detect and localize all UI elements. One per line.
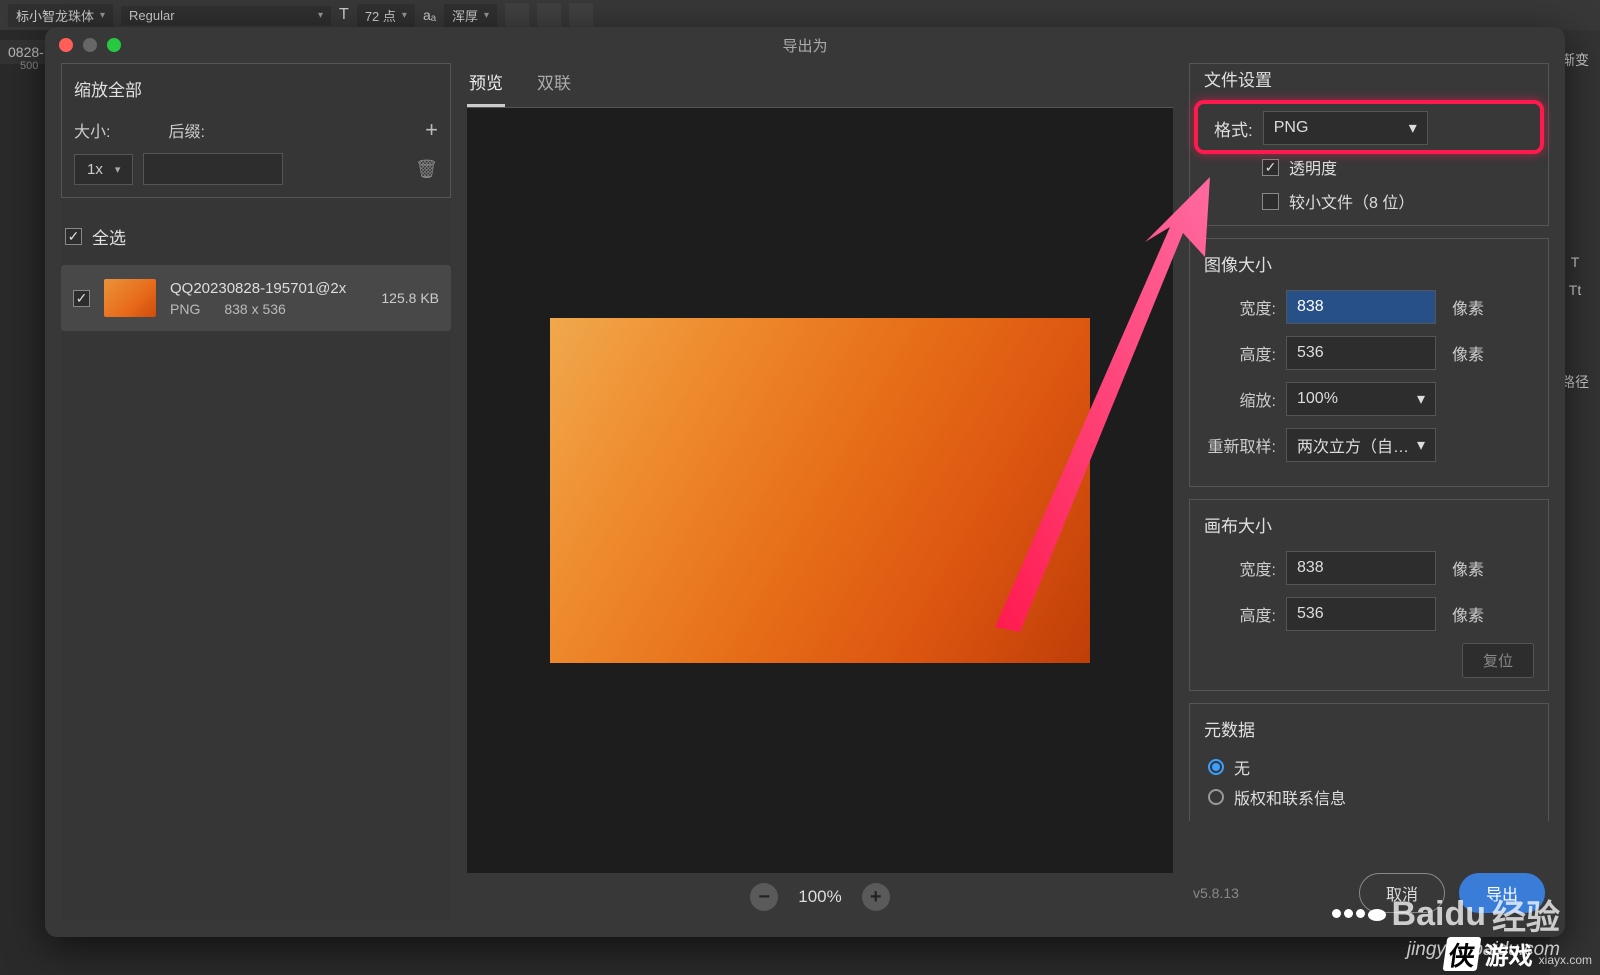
metadata-none-radio[interactable] [1208, 759, 1224, 775]
format-select[interactable]: PNG▾ [1263, 111, 1428, 145]
format-label: 格式: [1214, 116, 1253, 141]
height-input[interactable] [1286, 336, 1436, 370]
scale-select[interactable]: 100%▾ [1286, 382, 1436, 416]
select-all-label: 全选 [92, 224, 126, 249]
select-all-checkbox[interactable] [65, 228, 82, 245]
image-size-section: 图像大小 宽度: 像素 高度: 像素 缩放: 100%▾ 重新取样: 两次立方（… [1189, 238, 1549, 487]
preview-image [550, 318, 1090, 663]
image-size-title: 图像大小 [1204, 251, 1534, 276]
scale-label: 缩放: [1204, 387, 1276, 411]
suffix-input[interactable] [143, 153, 283, 185]
asset-dimensions: 838 x 536 [224, 301, 286, 317]
tab-dual[interactable]: 双联 [535, 63, 573, 107]
scale-title: 缩放全部 [74, 76, 438, 101]
export-dialog: 导出为 缩放全部 大小: 后缀: + 1x▾ 🗑 全选 [45, 27, 1565, 937]
canvas-size-title: 画布大小 [1204, 512, 1534, 537]
canvas-size-section: 画布大小 宽度: 像素 高度: 像素 复位 [1189, 499, 1549, 691]
add-scale-button[interactable]: + [425, 117, 438, 143]
left-panel: 缩放全部 大小: 后缀: + 1x▾ 🗑 全选 [61, 63, 451, 921]
preview-area [467, 108, 1173, 873]
metadata-section: 元数据 无 版权和联系信息 [1189, 703, 1549, 821]
asset-thumbnail [104, 279, 156, 317]
center-panel: 预览 双联 − 100% + [467, 63, 1173, 921]
tab-preview[interactable]: 预览 [467, 63, 505, 107]
scale-section: 缩放全部 大小: 后缀: + 1x▾ 🗑 [61, 63, 451, 198]
canvas-height-input[interactable] [1286, 597, 1436, 631]
reset-button[interactable]: 复位 [1462, 643, 1534, 678]
titlebar: 导出为 [45, 27, 1565, 63]
asset-name: QQ20230828-195701@2x [170, 280, 367, 297]
trash-icon[interactable]: 🗑 [415, 159, 438, 180]
align-center-icon[interactable] [537, 3, 561, 27]
asset-row[interactable]: QQ20230828-195701@2x PNG 838 x 536 125.8… [61, 265, 451, 331]
right-panel: 文件设置 格式: PNG▾ 透明度 较小文件（8 位） 图像大小 宽度: [1189, 63, 1549, 921]
minimize-window-icon[interactable] [83, 38, 97, 52]
asset-format: PNG [170, 301, 200, 317]
close-window-icon[interactable] [59, 38, 73, 52]
asset-filesize: 125.8 KB [381, 290, 439, 306]
metadata-title: 元数据 [1204, 716, 1534, 741]
align-left-icon[interactable] [505, 3, 529, 27]
font-style-select[interactable]: Regular▾ [121, 6, 331, 25]
width-input[interactable] [1286, 290, 1436, 324]
px-unit: 像素 [1452, 295, 1484, 319]
zoom-in-button[interactable]: + [862, 883, 890, 911]
canvas-width-input[interactable] [1286, 551, 1436, 585]
suffix-label: 后缀: [168, 118, 204, 142]
height-label: 高度: [1204, 341, 1276, 365]
antialias-select[interactable]: 浑厚▾ [444, 4, 497, 27]
font-size-select[interactable]: 72 点▾ [357, 4, 415, 27]
ruler-mark: 500 [20, 60, 38, 72]
maximize-window-icon[interactable] [107, 38, 121, 52]
dialog-title: 导出为 [782, 35, 827, 56]
smaller-file-label: 较小文件（8 位） [1289, 189, 1414, 213]
align-right-icon[interactable] [569, 3, 593, 27]
xiayx-watermark: 侠 游戏 xiayx.com [1445, 936, 1592, 971]
metadata-copyright-radio[interactable] [1208, 789, 1224, 805]
file-settings-title: 文件设置 [1204, 66, 1534, 91]
background-toolbar: 标小智龙珠体▾ Regular▾ T 72 点▾ aₐ 浑厚▾ [0, 0, 1600, 30]
font-select[interactable]: 标小智龙珠体▾ [8, 4, 113, 27]
resample-label: 重新取样: [1204, 433, 1276, 457]
transparency-checkbox[interactable] [1262, 159, 1279, 176]
resample-select[interactable]: 两次立方（自…▾ [1286, 428, 1436, 462]
version-label: v5.8.13 [1193, 885, 1239, 901]
smaller-file-checkbox[interactable] [1262, 193, 1279, 210]
zoom-bar: − 100% + [467, 873, 1173, 921]
file-settings-section: 文件设置 格式: PNG▾ 透明度 较小文件（8 位） [1189, 63, 1549, 226]
width-label: 宽度: [1204, 295, 1276, 319]
asset-checkbox[interactable] [73, 290, 90, 307]
zoom-value: 100% [798, 887, 841, 907]
zoom-out-button[interactable]: − [750, 883, 778, 911]
transparency-label: 透明度 [1289, 155, 1337, 179]
size-label: 大小: [74, 118, 110, 142]
scale-select[interactable]: 1x▾ [74, 154, 133, 185]
